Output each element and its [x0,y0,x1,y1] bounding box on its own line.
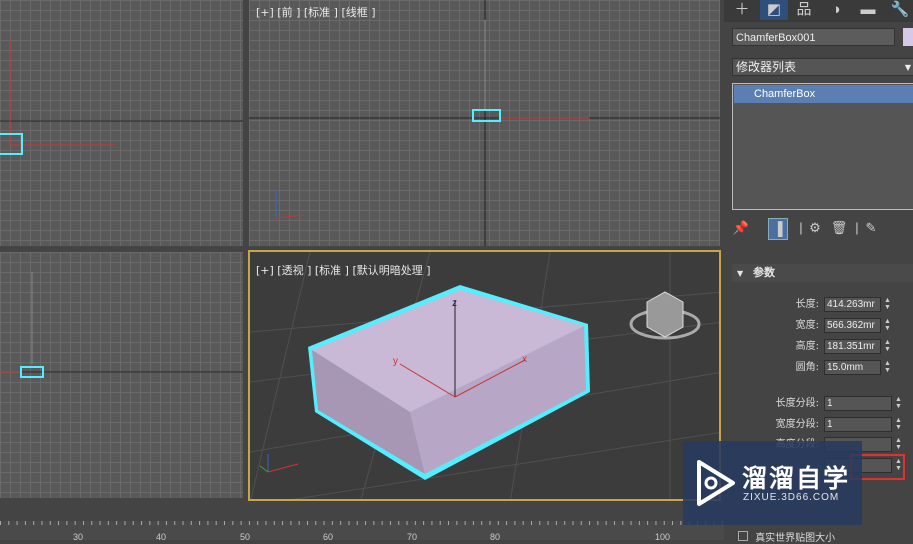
param-height-label: 高度: [795,341,819,352]
modifier-stack[interactable]: ChamferBox [732,83,913,210]
viewport-front[interactable]: [+] [前 ] [标准 ] [线框 ] [249,0,720,246]
command-tabs: ＋ ◩ 品 ◑ ▬ 🔧 [724,0,913,22]
params-rollout-title: 参数 [753,266,775,279]
ruler-tick: 30 [73,532,84,542]
display-tab-icon[interactable]: ▬ [854,0,882,20]
ruler-tick: 60 [323,532,334,542]
spinner-icon[interactable]: ▲ ▼ [883,339,892,354]
params-rollout-header[interactable]: ▼ 参数 [732,264,913,282]
ruler-tick: 40 [156,532,167,542]
viewport-persp-label[interactable]: [+] [透视 ] [标准 ] [默认明暗处理 ] [256,262,431,278]
param-length-input[interactable]: 414.263mr [824,297,881,312]
object-color-swatch[interactable] [903,28,913,46]
param-fillet: 圆角: 15.0mm ▲ ▼ [732,360,913,376]
param-length-segs: 长度分段: 1 ▲ ▼ [732,396,913,412]
param-width: 宽度: 566.362mr ▲ ▼ [732,318,913,334]
motion-tab-icon[interactable]: ◑ [822,0,850,20]
gizmo-y-label: y [393,356,398,367]
param-width-input[interactable]: 566.362mr [824,318,881,333]
viewport-top[interactable] [0,0,243,246]
stack-toolbar: 📌 ▐ | ⚙ 🗑 | ✎ [732,218,913,240]
spinner-icon[interactable]: ▲ ▼ [894,417,903,432]
ruler-tick: 70 [407,532,418,542]
width-segs-label: 宽度分段: [775,419,819,430]
modify-tab-icon[interactable]: ◩ [760,0,788,20]
param-width-label: 宽度: [795,320,819,331]
watermark: 溜溜自学 ZIXUE.3D66.COM [683,441,862,525]
chamfer-box [308,285,590,480]
length-segs-input[interactable]: 1 [824,396,892,411]
param-fillet-label: 圆角: [795,362,819,373]
spinner-icon[interactable]: ▲ ▼ [894,396,903,411]
real-world-map-checkbox[interactable]: 真实世界贴图大小 [738,529,835,544]
make-unique-icon[interactable]: ⚙ [806,218,824,238]
spinner-icon[interactable]: ▲ ▼ [894,437,903,452]
width-segs-input[interactable]: 1 [824,417,892,432]
param-length: 长度: 414.263mr ▲ ▼ [732,297,913,313]
configure-sets-icon[interactable]: ✎ [862,218,880,238]
chevron-down-icon: ▼ [904,63,911,72]
hierarchy-tab-icon[interactable]: 品 [790,0,818,20]
real-world-map-label: 真实世界贴图大小 [755,533,836,544]
play-logo-icon [697,460,735,506]
watermark-title: 溜溜自学 [742,464,851,493]
create-tab-icon[interactable]: ＋ [728,0,756,20]
param-length-label: 长度: [795,299,819,310]
param-fillet-input[interactable]: 15.0mm [824,360,881,375]
modifier-list-label: 修改器列表 [736,60,797,74]
stack-item-chamferbox[interactable]: ChamferBox [734,85,913,103]
remove-modifier-icon[interactable]: 🗑 [830,218,848,238]
pin-stack-icon[interactable]: 📌 [732,218,750,238]
param-height: 高度: 181.351mr ▲ ▼ [732,339,913,355]
viewport-left[interactable] [0,252,243,498]
left-axis-lines [0,272,243,378]
timeline-ruler[interactable]: 30 40 50 60 70 80 100 [0,521,724,542]
gizmo-x-label: x [522,354,527,365]
utilities-tab-icon[interactable]: 🔧 [886,0,913,20]
object-name-field[interactable]: ChamferBox001 [732,28,895,46]
length-segs-label: 长度分段: [775,398,819,409]
param-height-input[interactable]: 181.351mr [824,339,881,354]
ruler-tick: 50 [240,532,251,542]
show-end-result-icon[interactable]: ▐ [768,218,788,240]
ruler-tick: 100 [655,532,671,542]
top-axis-lines [0,40,243,155]
watermark-subtitle: ZIXUE.3D66.COM [743,492,840,503]
spinner-icon[interactable]: ▲ ▼ [883,360,892,375]
modifier-list-dropdown[interactable]: 修改器列表 ▼ [732,58,913,76]
viewport-perspective[interactable]: z y x [+] [透视 ] [标准 ] [默认明暗处理 ] [248,250,721,501]
perspective-scene: z y x [250,252,719,499]
collapse-triangle-icon: ▼ [737,269,744,278]
gizmo-z-label: z [452,298,457,309]
spinner-icon[interactable]: ▲ ▼ [883,318,892,333]
front-axis-lines [249,0,720,246]
param-width-segs: 宽度分段: 1 ▲ ▼ [732,417,913,433]
ruler-tick: 80 [490,532,501,542]
spinner-icon[interactable]: ▲ ▼ [883,297,892,312]
